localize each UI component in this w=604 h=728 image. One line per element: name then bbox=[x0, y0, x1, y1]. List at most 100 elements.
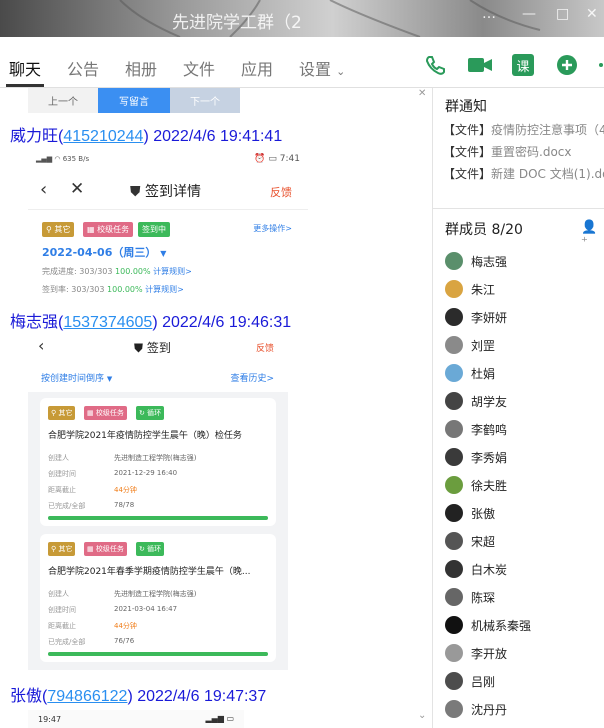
member-item[interactable]: 李鹤鸣 bbox=[445, 418, 507, 440]
creator-label: 创建人 bbox=[48, 454, 69, 462]
member-item[interactable]: 朱江 bbox=[445, 278, 495, 300]
created-label: 创建时间 bbox=[48, 606, 76, 614]
rate-line: 签到率: 303/303 100.00% 计算规则> bbox=[42, 285, 184, 294]
member-name: 朱江 bbox=[471, 282, 496, 297]
sender-qq-link[interactable]: 794866122 bbox=[47, 688, 127, 705]
member-item[interactable]: 杜娟 bbox=[445, 362, 495, 384]
progress-bar bbox=[48, 652, 268, 656]
creator-label: 创建人 bbox=[48, 590, 69, 598]
chevron-down-icon: ⌄ bbox=[336, 65, 346, 78]
shield-check-icon: ⛊ bbox=[130, 184, 141, 200]
scroll-up-icon[interactable]: ✕ bbox=[418, 88, 426, 99]
more-window-icon[interactable]: … bbox=[482, 6, 496, 22]
avatar bbox=[445, 476, 463, 494]
member-item[interactable]: 张傲 bbox=[445, 502, 495, 524]
done-value: 76/76 bbox=[114, 637, 135, 645]
avatar bbox=[445, 448, 463, 466]
notice-title: 群通知 bbox=[445, 99, 487, 115]
tag-other: ⚲ 其它 bbox=[48, 542, 76, 556]
member-item[interactable]: 李秀娟 bbox=[445, 446, 507, 468]
write-comment-button: 写留言 bbox=[98, 88, 170, 113]
scroll-down-icon[interactable]: ⌄ bbox=[418, 710, 426, 721]
progress-line: 完成进度: 303/303 100.00% 计算规则> bbox=[42, 267, 192, 276]
member-name: 白木炭 bbox=[471, 562, 508, 577]
sidebar-divider bbox=[433, 208, 604, 209]
message-sender: 威力旺(415210244) 2022/4/6 19:41:41 bbox=[10, 128, 283, 145]
member-item[interactable]: 宋超 bbox=[445, 530, 495, 552]
notice-item[interactable]: 【文件】重置密码.docx bbox=[443, 143, 572, 160]
image-message-partial[interactable]: 上一个 写留言 下一个 bbox=[28, 88, 240, 113]
notice-item[interactable]: 【文件】新建 DOC 文档(1).doc bbox=[443, 165, 604, 182]
phone-icon[interactable] bbox=[424, 54, 446, 76]
member-item[interactable]: 梅志强 bbox=[445, 250, 507, 272]
shield-check-icon: ⛊ bbox=[134, 341, 144, 355]
avatar bbox=[445, 420, 463, 438]
close-icon: ✕ bbox=[70, 179, 85, 199]
sender-qq-link[interactable]: 1537374605 bbox=[63, 314, 152, 331]
add-icon[interactable] bbox=[556, 54, 578, 76]
avatar bbox=[445, 700, 463, 718]
dropdown-icon: ▼ bbox=[106, 375, 113, 383]
active-tab-indicator bbox=[6, 84, 44, 87]
member-item[interactable]: 李开放 bbox=[445, 642, 507, 664]
member-item[interactable]: 徐夫胜 bbox=[445, 474, 507, 496]
status-left: ▂▄▆ ◠ 635 B/s bbox=[36, 155, 90, 163]
tab-settings[interactable]: 设置 ⌄ bbox=[299, 56, 345, 80]
members-title: 群成员 8/20 bbox=[445, 222, 523, 238]
task-card: ⚲ 其它 ▦ 校级任务 签到中 更多操作> 2022-04-06（周三） ▼ 完… bbox=[28, 210, 308, 298]
creator-value: 先进制造工程学院(梅志强) bbox=[114, 454, 197, 462]
avatar bbox=[445, 336, 463, 354]
progress-bar bbox=[48, 516, 268, 520]
member-name: 李鹤鸣 bbox=[471, 422, 508, 437]
back-icon: ‹ bbox=[40, 179, 48, 200]
avatar bbox=[445, 308, 463, 326]
minimize-button[interactable]: — bbox=[522, 6, 536, 22]
prev-button: 上一个 bbox=[28, 88, 98, 113]
done-label: 已完成/全部 bbox=[48, 638, 86, 646]
member-item[interactable]: 陈琛 bbox=[445, 586, 495, 608]
tab-apps[interactable]: 应用 bbox=[241, 56, 273, 80]
image-message[interactable]: ▂▄▆ ◠ 635 B/s ⏰ ▭ 7:41 ‹ ✕ ⛊ 签到详情 反馈 ⚲ 其… bbox=[28, 148, 308, 298]
member-item[interactable]: 沈丹丹 bbox=[445, 698, 507, 720]
video-icon[interactable] bbox=[467, 54, 493, 76]
next-button: 下一个 bbox=[170, 88, 240, 113]
member-name: 张傲 bbox=[471, 506, 496, 521]
tab-chat[interactable]: 聊天 bbox=[9, 56, 41, 80]
close-button[interactable]: ✕ bbox=[586, 6, 598, 22]
member-name: 沈丹丹 bbox=[471, 702, 508, 717]
done-label: 已完成/全部 bbox=[48, 502, 86, 510]
invite-member-icon[interactable]: 👤⁺ bbox=[581, 220, 604, 250]
member-item[interactable]: 白木炭 bbox=[445, 558, 507, 580]
sender-name: 威力旺 bbox=[10, 128, 59, 145]
more-icon[interactable] bbox=[596, 54, 604, 76]
chat-area[interactable]: 上一个 写留言 下一个 威力旺(415210244) 2022/4/6 19:4… bbox=[0, 88, 432, 728]
avatar bbox=[445, 644, 463, 662]
avatar bbox=[445, 588, 463, 606]
member-name: 机械系秦强 bbox=[471, 618, 532, 633]
maximize-button[interactable]: □ bbox=[556, 6, 569, 22]
image-message-partial[interactable]: 19:47 ▂▄▆ ▭ bbox=[28, 710, 244, 728]
member-item[interactable]: 李妍妍 bbox=[445, 306, 507, 328]
created-value: 2021-03-04 16:47 bbox=[114, 605, 178, 613]
tag-school: ▦ 校级任务 bbox=[84, 406, 127, 420]
member-item[interactable]: 刘罡 bbox=[445, 334, 495, 356]
member-item[interactable]: 吕刚 bbox=[445, 670, 495, 692]
tab-files[interactable]: 文件 bbox=[183, 56, 215, 80]
avatar bbox=[445, 392, 463, 410]
member-item[interactable]: 机械系秦强 bbox=[445, 614, 531, 636]
image-message[interactable]: ‹ ⛊ 签到 反馈 按创建时间倒序 ▼ 查看历史> ⚲ 其它 ▦ 校级任务 ↻ … bbox=[28, 332, 288, 670]
avatar bbox=[445, 616, 463, 634]
notice-item[interactable]: 【文件】疫情防控注意事项（4. bbox=[443, 121, 604, 138]
avatar bbox=[445, 532, 463, 550]
title-bar-background bbox=[119, 0, 541, 37]
tag-status: 签到中 bbox=[138, 222, 170, 237]
progress-fill bbox=[48, 652, 268, 656]
phone-status-bar: ▂▄▆ ◠ 635 B/s ⏰ ▭ 7:41 bbox=[28, 148, 308, 172]
avatar bbox=[445, 280, 463, 298]
done-value: 78/78 bbox=[114, 501, 135, 509]
course-icon[interactable]: 课 bbox=[512, 54, 534, 76]
tab-album[interactable]: 相册 bbox=[125, 56, 157, 80]
member-item[interactable]: 胡学友 bbox=[445, 390, 507, 412]
tab-announcements[interactable]: 公告 bbox=[67, 56, 99, 80]
sender-qq-link[interactable]: 415210244 bbox=[63, 128, 143, 145]
